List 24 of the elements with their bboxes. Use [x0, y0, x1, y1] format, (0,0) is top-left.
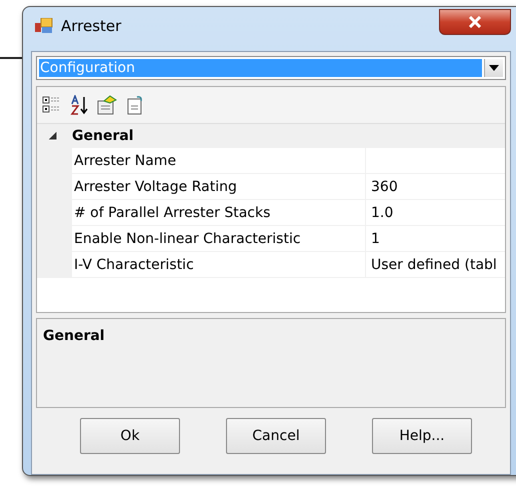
- property-pages-icon[interactable]: [96, 95, 118, 115]
- description-title: General: [43, 328, 105, 344]
- property-name-cell[interactable]: Arrester Name: [72, 148, 366, 174]
- close-icon: [468, 16, 482, 28]
- close-button[interactable]: [439, 9, 511, 35]
- categorized-icon[interactable]: [42, 95, 62, 115]
- dialog-button[interactable]: Help...: [372, 418, 472, 454]
- window-title: Arrester: [61, 17, 122, 35]
- app-icon: [35, 18, 53, 34]
- property-name-cell[interactable]: # of Parallel Arrester Stacks: [72, 200, 366, 226]
- dropdown-arrow-icon: [489, 65, 499, 71]
- property-value-cell[interactable]: User defined (tabl: [366, 252, 505, 278]
- property-name-cell[interactable]: I-V Characteristic: [72, 252, 366, 278]
- category-label[interactable]: General: [72, 128, 134, 144]
- dialog-button[interactable]: Cancel: [226, 418, 326, 454]
- property-name-cell[interactable]: Enable Non-linear Characteristic: [72, 226, 366, 252]
- sort-alphabetical-icon[interactable]: [69, 95, 89, 115]
- property-value-cell[interactable]: 1.0: [366, 200, 505, 226]
- document-icon[interactable]: [125, 95, 145, 115]
- property-name-cell[interactable]: Arrester Voltage Rating: [72, 174, 366, 200]
- collapse-icon[interactable]: [49, 132, 57, 140]
- property-value-cell[interactable]: 1: [366, 226, 505, 252]
- dialog-button[interactable]: Ok: [80, 418, 180, 454]
- property-value-cell[interactable]: 360: [366, 174, 505, 200]
